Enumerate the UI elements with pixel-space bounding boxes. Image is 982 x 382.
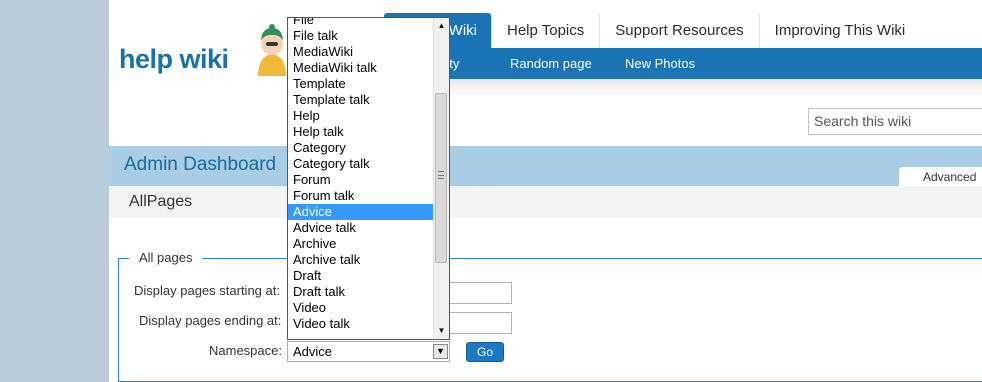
scrollbar-grip-icon — [438, 171, 444, 179]
subnav-random-page[interactable]: Random page — [510, 56, 592, 71]
dropdown-scrollbar[interactable]: ▲ ▼ — [433, 18, 449, 339]
dropdown-options: File File talk MediaWiki MediaWiki talk Temp… — [288, 18, 433, 332]
nav-shadow — [369, 79, 982, 97]
dropdown-option[interactable]: Category talk — [288, 156, 433, 172]
dropdown-option[interactable]: Archive talk — [288, 252, 433, 268]
go-button[interactable]: Go — [466, 342, 504, 362]
subnav-new-photos[interactable]: New Photos — [625, 56, 695, 71]
tab-improving-this-wiki[interactable]: Improving This Wiki — [758, 13, 921, 48]
scroll-up-icon[interactable]: ▲ — [434, 18, 449, 33]
dropdown-option[interactable]: Help — [288, 108, 433, 124]
logo-text: help wiki — [119, 44, 229, 74]
dropdown-option[interactable]: Template — [288, 76, 433, 92]
namespace-select[interactable]: Advice ▼ — [287, 341, 450, 362]
namespace-label: Namespace: — [209, 343, 282, 358]
admin-dashboard-title[interactable]: Admin Dashboard — [124, 154, 276, 176]
dropdown-option[interactable]: Archive — [288, 236, 433, 252]
dropdown-option[interactable]: Draft talk — [288, 284, 433, 300]
dropdown-option[interactable]: MediaWiki — [288, 44, 433, 60]
admin-dashboard-bar: Admin Dashboard Advanced — [109, 146, 982, 187]
start-page-input[interactable] — [444, 282, 512, 304]
namespace-dropdown-list[interactable]: File File talk MediaWiki MediaWiki talk Temp… — [287, 17, 450, 340]
dropdown-option[interactable]: Forum talk — [288, 188, 433, 204]
dropdown-option[interactable]: Video talk — [288, 316, 433, 332]
start-label: Display pages starting at: — [134, 283, 280, 298]
page-title: AllPages — [129, 193, 193, 210]
dropdown-option[interactable]: Advice — [288, 204, 433, 220]
dropdown-option[interactable]: Advice talk — [288, 220, 433, 236]
chevron-down-icon[interactable]: ▼ — [433, 344, 448, 359]
end-label: Display pages ending at: — [139, 313, 282, 328]
page-container: help wiki Wiki Help Topics Support Resou… — [109, 0, 982, 382]
dropdown-option[interactable]: Forum — [288, 172, 433, 188]
dropdown-option[interactable]: File talk — [288, 28, 433, 44]
dropdown-option[interactable]: MediaWiki talk — [288, 60, 433, 76]
sub-navigation: ivity Random page New Photos — [369, 48, 982, 79]
dropdown-option[interactable]: Help talk — [288, 124, 433, 140]
mascot-icon — [258, 24, 286, 76]
main-tabs: Wiki Help Topics Support Resources Impro… — [384, 13, 920, 48]
search-input[interactable]: Search this wiki — [808, 108, 982, 135]
dropdown-option[interactable]: Video — [288, 300, 433, 316]
dropdown-option[interactable]: Draft — [288, 268, 433, 284]
namespace-selected-value: Advice — [293, 344, 333, 359]
end-page-input[interactable] — [444, 312, 512, 334]
advanced-tab[interactable]: Advanced — [899, 167, 982, 187]
tab-support-resources[interactable]: Support Resources — [599, 13, 758, 48]
scroll-down-icon[interactable]: ▼ — [434, 323, 449, 338]
dropdown-option[interactable]: Category — [288, 140, 433, 156]
fieldset-legend: All pages — [129, 250, 203, 265]
dropdown-option[interactable]: Template talk — [288, 92, 433, 108]
dropdown-option[interactable]: File — [288, 18, 433, 28]
tab-help-topics[interactable]: Help Topics — [491, 13, 599, 48]
all-pages-fieldset: All pages Display pages starting at: Dis… — [118, 250, 982, 382]
page-header: AllPages — [109, 186, 982, 218]
